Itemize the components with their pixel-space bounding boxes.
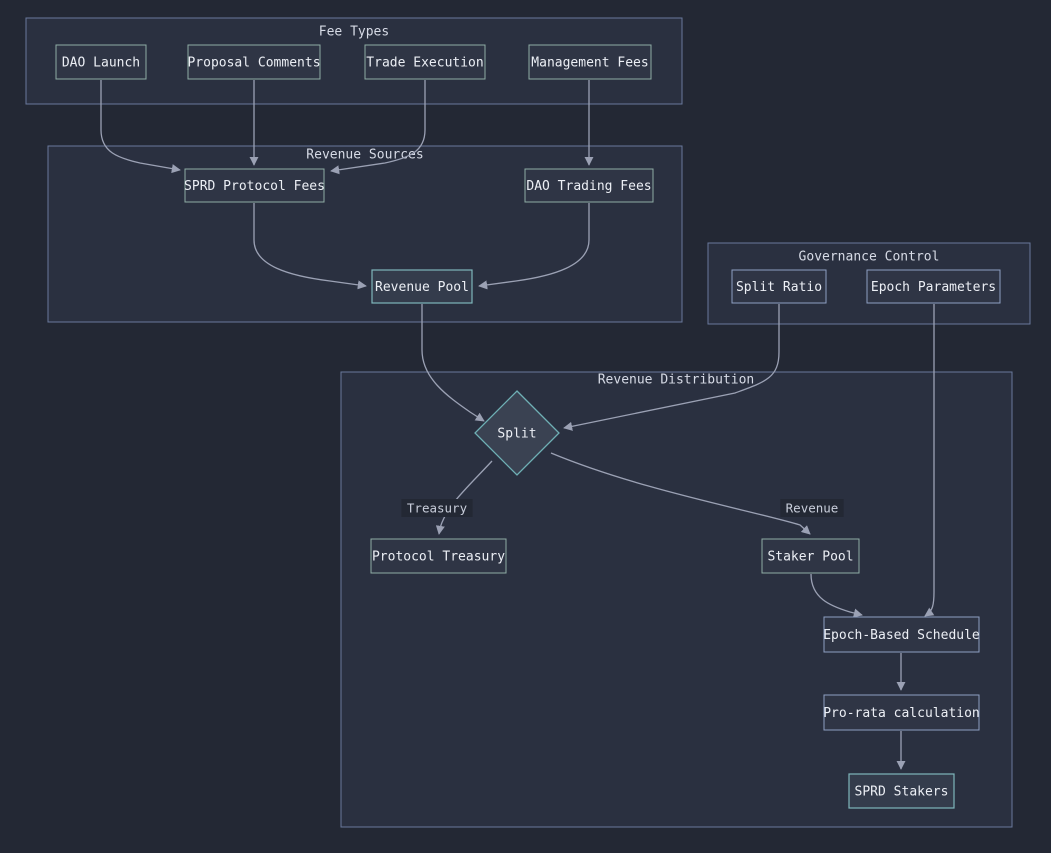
node-label: Protocol Treasury bbox=[372, 550, 505, 565]
node-protocol-treasury[interactable]: Protocol Treasury bbox=[370, 538, 507, 574]
node-sprd-protocol-fees[interactable]: SPRD Protocol Fees bbox=[184, 168, 325, 203]
node-dao-launch[interactable]: DAO Launch bbox=[55, 44, 147, 80]
node-label: DAO Trading Fees bbox=[526, 179, 651, 194]
edge-label-text: Revenue bbox=[786, 501, 839, 516]
node-revenue-pool[interactable]: Revenue Pool bbox=[371, 269, 473, 304]
node-management-fees[interactable]: Management Fees bbox=[528, 44, 652, 80]
node-label: Staker Pool bbox=[767, 550, 853, 565]
cluster-title: Revenue Sources bbox=[306, 148, 423, 163]
node-proposal-comments[interactable]: Proposal Comments bbox=[187, 44, 321, 80]
node-split-ratio[interactable]: Split Ratio bbox=[731, 269, 827, 304]
node-label: Proposal Comments bbox=[187, 56, 320, 71]
node-label: SPRD Stakers bbox=[855, 785, 949, 800]
node-label: SPRD Protocol Fees bbox=[184, 179, 325, 194]
node-label: Epoch-Based Schedule bbox=[823, 628, 980, 643]
node-label: Trade Execution bbox=[366, 56, 483, 71]
node-label: Revenue Pool bbox=[375, 280, 469, 295]
cluster-title: Governance Control bbox=[799, 250, 940, 265]
node-label: Split bbox=[497, 427, 536, 442]
edge-label-split-to-treasury: Treasury bbox=[401, 499, 473, 517]
node-label: DAO Launch bbox=[62, 56, 140, 71]
diagram-canvas: Fee Types Revenue Sources Governance Contr… bbox=[0, 0, 1051, 853]
cluster-revenue-distribution: Revenue Distribution bbox=[340, 371, 1013, 828]
edge-label-split-to-staker-pool: Revenue bbox=[780, 499, 844, 517]
node-dao-trading-fees[interactable]: DAO Trading Fees bbox=[524, 168, 654, 203]
edge-label-text: Treasury bbox=[407, 501, 468, 516]
node-label: Management Fees bbox=[531, 56, 648, 71]
node-label: Pro-rata calculation bbox=[823, 706, 980, 721]
node-staker-pool[interactable]: Staker Pool bbox=[761, 538, 860, 574]
node-epoch-parameters[interactable]: Epoch Parameters bbox=[866, 269, 1001, 304]
node-trade-execution[interactable]: Trade Execution bbox=[364, 44, 486, 80]
revenue-flow-diagram: Fee Types Revenue Sources Governance Contr… bbox=[25, 17, 1031, 828]
node-pro-rata[interactable]: Pro-rata calculation bbox=[823, 694, 980, 731]
node-label: Split Ratio bbox=[736, 280, 822, 295]
cluster-title: Revenue Distribution bbox=[598, 373, 755, 388]
node-epoch-schedule[interactable]: Epoch-Based Schedule bbox=[823, 616, 980, 653]
cluster-title: Fee Types bbox=[319, 25, 389, 40]
node-sprd-stakers[interactable]: SPRD Stakers bbox=[848, 773, 955, 809]
cluster-box bbox=[340, 371, 1013, 828]
node-label: Epoch Parameters bbox=[871, 280, 996, 295]
